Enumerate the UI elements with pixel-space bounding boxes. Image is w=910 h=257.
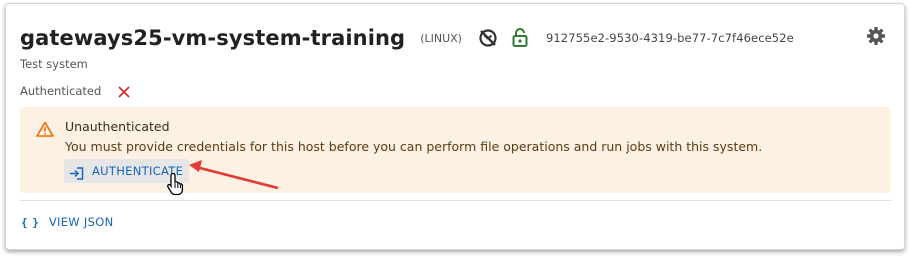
hand-pointer-cursor <box>167 172 184 196</box>
braces-icon: { } <box>21 215 39 229</box>
alert-title: Unauthenticated <box>65 119 170 134</box>
system-name: gateways25-vm-system-training <box>20 26 406 50</box>
view-json-button[interactable]: { } VIEW JSON <box>21 215 113 229</box>
annotation-arrow <box>189 160 279 190</box>
divider <box>20 200 891 201</box>
system-description: Test system <box>20 57 88 71</box>
login-icon <box>69 165 84 180</box>
view-json-label: VIEW JSON <box>48 215 114 229</box>
alert-message: You must provide credentials for this ho… <box>65 139 763 154</box>
auth-status-row: Authenticated <box>20 82 131 100</box>
system-header: gateways25-vm-system-training (LINUX) 91… <box>20 20 900 56</box>
os-tag: (LINUX) <box>420 31 462 45</box>
unauthenticated-alert: Unauthenticated You must provide credent… <box>20 107 891 193</box>
ssh-disabled-icon[interactable] <box>478 28 498 48</box>
close-x-icon <box>117 84 131 98</box>
auth-status-label: Authenticated <box>20 84 102 98</box>
warning-icon <box>36 121 54 137</box>
system-card: gateways25-vm-system-training (LINUX) 91… <box>5 3 905 250</box>
gear-icon[interactable] <box>866 26 886 46</box>
system-uuid: 912755e2-9530-4319-be77-7c7f46ece52e <box>545 31 794 45</box>
lock-open-icon[interactable] <box>512 28 528 48</box>
